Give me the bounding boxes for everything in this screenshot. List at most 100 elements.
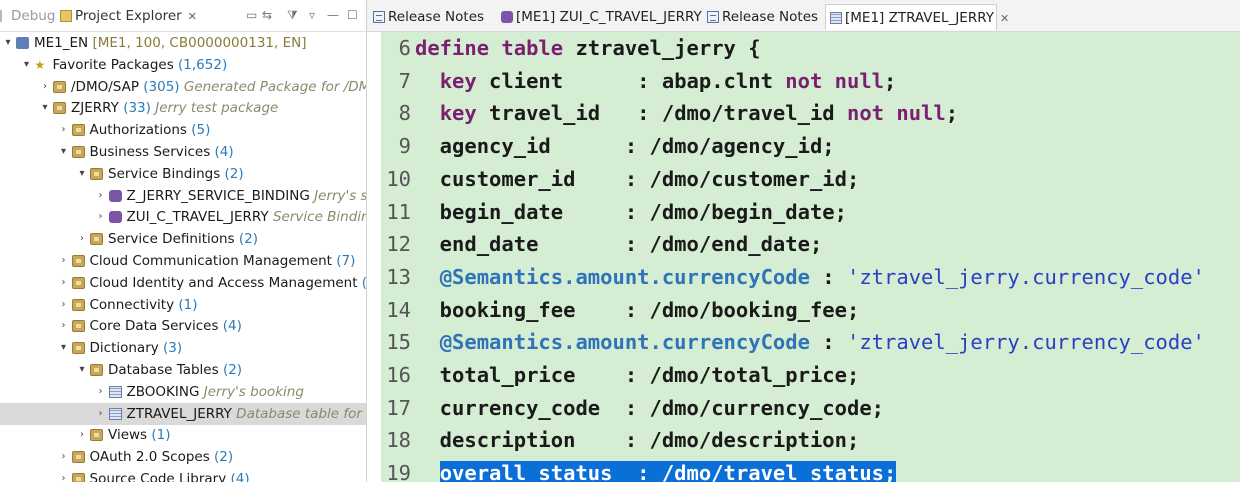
code-line[interactable]: 18 description : /dmo/description; <box>381 424 1240 457</box>
editor-tab[interactable]: [ME1] ZUI_C_TRAVEL_JERRY <box>497 4 702 30</box>
tree-item[interactable]: › Cloud Identity and Access Management (3… <box>0 272 367 294</box>
editor-tab[interactable]: Release Notes <box>369 4 491 30</box>
chevron-right-icon[interactable]: › <box>39 76 51 98</box>
chevron-right-icon[interactable]: › <box>95 381 107 403</box>
line-number: 10 <box>386 166 411 191</box>
chevron-right-icon[interactable]: › <box>76 424 88 446</box>
code-line[interactable]: 6 define table ztravel_jerry { <box>381 32 1240 65</box>
item-count: (4) <box>218 318 242 335</box>
line-number: 12 <box>386 232 411 257</box>
tree-item[interactable]: ▾ ME1_EN [ME1, 100, CB0000000131, EN] <box>0 32 366 54</box>
code-line[interactable]: 17 currency_code : /dmo/currency_code; <box>381 392 1240 425</box>
tree-item[interactable]: ▾ Business Services (4) <box>0 141 366 163</box>
tree-item[interactable]: › Z_JERRY_SERVICE_BINDING Jerry's ser <box>0 185 367 207</box>
code-token: ; <box>884 68 897 93</box>
tab-debug[interactable]: Debug <box>0 5 55 27</box>
code-line[interactable]: 13 @Semantics.amount.currencyCode : 'ztr… <box>381 261 1240 294</box>
item-count: (1) <box>174 296 198 313</box>
code-line[interactable]: 12 end_date : /dmo/end_date; <box>381 228 1240 261</box>
chevron-right-icon[interactable]: › <box>58 272 70 294</box>
package-icon <box>71 255 85 267</box>
item-count: (2) <box>218 362 243 378</box>
close-icon[interactable]: ✕ <box>188 10 197 23</box>
tree-item[interactable]: › Views (1) <box>0 424 366 446</box>
code-line[interactable]: 19 overall_status : /dmo/travel_status; <box>381 457 1240 482</box>
tree-item[interactable]: › Cloud Communication Management (7) <box>0 250 366 272</box>
tree-item-label: /DMO/SAP <box>71 78 139 95</box>
editor-tab[interactable]: Release Notes <box>703 4 819 30</box>
chevron-down-icon[interactable]: ▾ <box>58 141 70 163</box>
code-editor[interactable]: 6 define table ztravel_jerry {7 key clien… <box>381 32 1240 482</box>
chevron-right-icon[interactable]: › <box>58 446 70 468</box>
tree-item[interactable]: › /DMO/SAP (305) Generated Package for /D… <box>0 76 366 98</box>
editor-tab[interactable]: [ME1] ZTRAVEL_JERRY ✕ <box>825 4 1009 30</box>
code-text: key travel_id : /dmo/travel_id not null; <box>415 97 958 130</box>
chevron-right-icon[interactable]: › <box>58 315 70 337</box>
package-icon <box>71 342 85 355</box>
tree-item[interactable]: › Source Code Library (4) <box>0 468 366 482</box>
keyword-token: key <box>439 68 477 93</box>
code-line[interactable]: 16 total_price : /dmo/total_price; <box>381 359 1240 392</box>
chevron-down-icon[interactable]: ▾ <box>76 163 88 185</box>
view-tab-bar: Debug Project Explorer ✕ ▭ ⇆ ⧩ ▿ — ☐ <box>0 0 366 32</box>
package-icon <box>71 146 85 158</box>
chevron-right-icon[interactable]: › <box>58 119 70 141</box>
code-line[interactable]: 14 booking_fee : /dmo/booking_fee; <box>381 294 1240 327</box>
project-tree: ▾ ME1_EN [ME1, 100, CB0000000131, EN] ▾ ★ Fa… <box>0 32 366 482</box>
chevron-down-icon[interactable]: ▾ <box>21 54 33 76</box>
keyword-token: not null <box>846 101 946 126</box>
tree-item[interactable]: › Connectivity (1) <box>0 294 366 316</box>
item-count: (3) <box>358 275 366 291</box>
chevron-down-icon[interactable]: ▾ <box>58 337 70 359</box>
editor-ruler <box>367 32 381 482</box>
chevron-right-icon[interactable]: › <box>95 206 107 228</box>
code-text: @Semantics.amount.currencyCode : 'ztrave… <box>415 326 1205 359</box>
minimize-view-icon[interactable]: — <box>327 8 339 22</box>
item-description: Generated Package for /DMO <box>179 78 366 95</box>
chevron-right-icon[interactable]: › <box>76 228 88 250</box>
chevron-down-icon[interactable]: ▾ <box>2 32 14 54</box>
line-number: 19 <box>386 461 411 482</box>
tree-item[interactable]: › Core Data Services (4) <box>0 315 366 337</box>
chevron-right-icon[interactable]: › <box>58 294 70 316</box>
code-line[interactable]: 15 @Semantics.amount.currencyCode : 'ztr… <box>381 326 1240 359</box>
code-line[interactable]: 9 agency_id : /dmo/agency_id; <box>381 130 1240 163</box>
tree-item[interactable]: ▾ ZJERRY (33) Jerry test package <box>0 97 366 119</box>
view-menu-icon[interactable]: ▿ <box>309 8 315 22</box>
tree-item[interactable]: ▾ Dictionary (3) <box>0 337 366 359</box>
package-icon <box>90 233 103 246</box>
filter-icon[interactable]: ⧩ <box>287 8 298 22</box>
chevron-right-icon[interactable]: › <box>95 185 107 207</box>
tree-item[interactable]: › ZTRAVEL_JERRY Database table for tra <box>0 402 366 425</box>
minimize-icon[interactable]: ▭ <box>246 8 257 22</box>
code-line[interactable]: 11 begin_date : /dmo/begin_date; <box>381 196 1240 229</box>
code-text: define table ztravel_jerry { <box>415 32 761 65</box>
tree-item[interactable]: ▾ Database Tables (2) <box>0 359 366 381</box>
tree-item[interactable]: ▾ Service Bindings (2) <box>0 163 366 185</box>
link-with-editor-icon[interactable]: ⇆ <box>262 8 272 22</box>
item-count: (2) <box>234 231 259 248</box>
close-icon[interactable]: ✕ <box>1000 12 1009 25</box>
chevron-down-icon[interactable]: ▾ <box>76 359 88 381</box>
code-line[interactable]: 7 key client : abap.clnt not null; <box>381 65 1240 98</box>
tree-item[interactable]: › ZBOOKING Jerry's booking <box>0 381 366 403</box>
tab-project-explorer[interactable]: Project Explorer ✕ <box>60 5 197 27</box>
annotation-token: @Semantics.amount.currencyCode <box>439 330 810 355</box>
chevron-right-icon[interactable]: › <box>58 468 70 482</box>
code-text: begin_date : /dmo/begin_date; <box>415 196 847 229</box>
tree-item[interactable]: › Authorizations (5) <box>0 119 366 141</box>
tree-item[interactable]: › Service Definitions (2) <box>0 228 366 250</box>
maximize-view-icon[interactable]: ☐ <box>347 8 358 22</box>
code-line[interactable]: 8 key travel_id : /dmo/travel_id not nul… <box>381 97 1240 130</box>
chevron-right-icon[interactable]: › <box>95 403 107 425</box>
tree-item[interactable]: › ZUI_C_TRAVEL_JERRY Service Binding <box>0 206 367 228</box>
chevron-right-icon[interactable]: › <box>58 250 70 272</box>
tree-item[interactable]: ▾ ★ Favorite Packages (1,652) <box>0 54 366 76</box>
line-number: 18 <box>386 428 411 453</box>
tree-item[interactable]: › OAuth 2.0 Scopes (2) <box>0 446 366 468</box>
tree-item-label: OAuth 2.0 Scopes <box>89 449 210 466</box>
chevron-down-icon[interactable]: ▾ <box>39 97 51 119</box>
code-line[interactable]: 10 customer_id : /dmo/customer_id; <box>381 163 1240 196</box>
